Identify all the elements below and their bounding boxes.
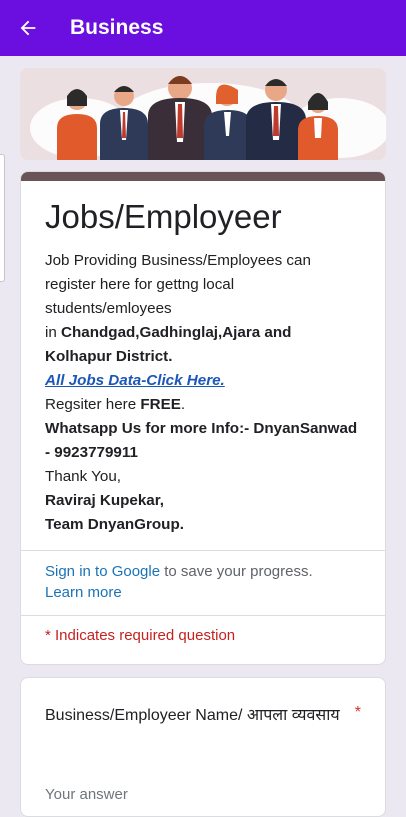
- districts-text: Chandgad,Gadhinglaj,Ajara and Kolhapur D…: [45, 324, 292, 365]
- team-name: Team DnyanGroup.: [45, 516, 184, 533]
- header-banner-image: [20, 68, 386, 160]
- app-bar-title: Business: [70, 16, 164, 39]
- description-line-2-prefix: in: [45, 324, 62, 341]
- side-handle[interactable]: [0, 154, 5, 282]
- back-button[interactable]: [0, 0, 56, 56]
- form-intro-card: Jobs/Employeer Job Providing Business/Em…: [20, 171, 386, 665]
- app-bar: Business: [0, 0, 406, 56]
- register-line: Regsiter here FREE.: [45, 393, 361, 417]
- sign-in-prompt: Sign in to Google to save your progress.…: [21, 551, 385, 615]
- free-text: FREE: [140, 396, 181, 413]
- description-line-1: Job Providing Business/Employees can reg…: [45, 252, 311, 317]
- whatsapp-info: Whatsapp Us for more Info:- DnyanSanwad …: [45, 420, 358, 461]
- form-description: Job Providing Business/Employees can reg…: [45, 249, 361, 537]
- author-name: Raviraj Kupekar,: [45, 492, 165, 509]
- answer-input[interactable]: Your answer: [45, 786, 128, 803]
- question-card: Business/Employeer Name/ आपला व्यवसाय * …: [20, 677, 386, 817]
- thanks-text: Thank You,: [45, 468, 122, 485]
- question-title: Business/Employeer Name/ आपला व्यवसाय: [45, 707, 340, 724]
- register-suffix: .: [180, 396, 186, 413]
- sign-in-text: to save your progress.: [160, 563, 313, 580]
- form-title: Jobs/Employeer: [45, 198, 282, 235]
- required-asterisk: *: [354, 704, 361, 721]
- register-prefix: Regsiter here: [45, 396, 141, 413]
- accent-strip: [21, 172, 385, 181]
- required-note: * Indicates required question: [45, 627, 236, 644]
- learn-more-link[interactable]: Learn more: [45, 584, 122, 601]
- arrow-left-icon: [20, 20, 36, 36]
- sign-in-link[interactable]: Sign in to Google: [45, 563, 160, 580]
- description-line-2: in Chandgad,Gadhinglaj,Ajara and Kolhapu…: [45, 321, 361, 369]
- all-jobs-link[interactable]: All Jobs Data-Click Here.: [45, 372, 225, 389]
